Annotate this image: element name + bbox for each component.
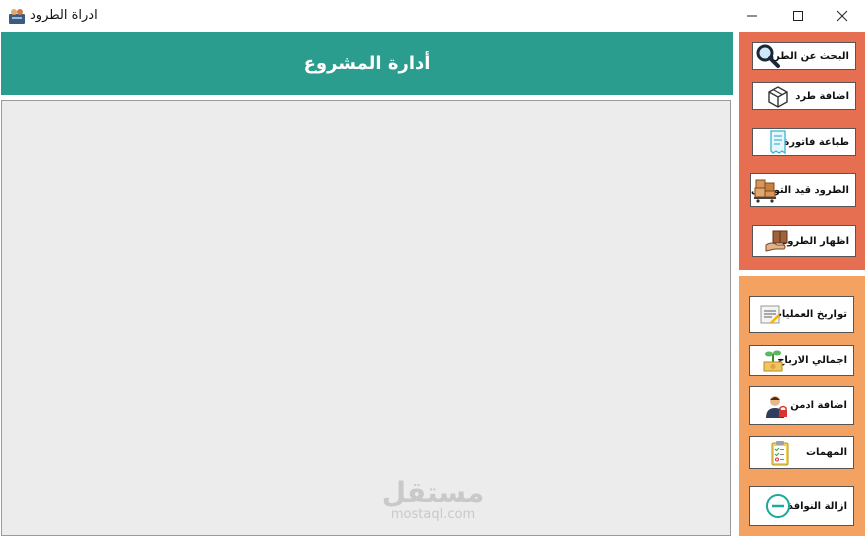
box-icon [765, 83, 791, 109]
close-button[interactable] [819, 0, 865, 32]
close-icon [836, 10, 848, 22]
show-parcels-label: اظهار الطرود [782, 235, 849, 247]
maximize-button[interactable] [775, 0, 821, 32]
minimize-icon [746, 10, 758, 22]
page-title: أدارة المشروع [303, 53, 431, 74]
maximize-icon [792, 10, 804, 22]
box-hand-icon [764, 228, 790, 254]
minimize-button[interactable] [729, 0, 775, 32]
clipboard-icon [767, 440, 793, 466]
watermark: مستقل mostaql.com [378, 478, 488, 522]
add-parcel-label: اضافة طرد [795, 90, 849, 102]
add-parcel-button[interactable]: اضافة طرد [752, 82, 856, 110]
tasks-label: المهمات [806, 447, 847, 458]
minus-circle-icon [765, 493, 791, 519]
main-content-panel [1, 100, 731, 536]
remove-windows-label: ازالة النوافذ [787, 500, 847, 512]
search-parcel-button[interactable]: البحث عن الطرد [752, 42, 856, 70]
window-title: ادراة الطرود [30, 8, 98, 23]
watermark-arabic: مستقل [381, 476, 485, 509]
add-admin-label: اضافة ادمن [790, 400, 847, 411]
total-profits-button[interactable]: اجمالي الارباح [749, 345, 854, 376]
remove-windows-button[interactable]: ازالة النوافذ [749, 486, 854, 526]
operation-dates-button[interactable]: تواريخ العمليات [749, 296, 854, 333]
show-parcels-button[interactable]: اظهار الطرود [752, 225, 856, 257]
operation-dates-label: تواريخ العمليات [771, 309, 847, 320]
sidebar-top-panel: البحث عن الطرد اضافة طرد طباعة فاتورة ال… [739, 32, 865, 270]
admin-user-icon [763, 393, 789, 419]
print-invoice-button[interactable]: طباعة فاتورة [752, 128, 856, 156]
parcels-in-delivery-button[interactable]: الطرود قيد التوصيل [750, 173, 856, 207]
title-bar: ادراة الطرود [0, 0, 865, 32]
receipt-icon [765, 129, 791, 155]
add-admin-button[interactable]: اضافة ادمن [749, 386, 854, 425]
app-icon [8, 7, 26, 25]
total-profits-label: اجمالي الارباح [777, 355, 847, 366]
magnifier-icon [755, 43, 781, 69]
watermark-latin: mostaql.com [390, 507, 476, 522]
document-icon [757, 302, 783, 328]
print-invoice-label: طباعة فاتورة [783, 136, 849, 148]
plant-money-icon [760, 348, 786, 374]
boxes-cart-icon [752, 177, 778, 203]
page-header: أدارة المشروع [1, 32, 733, 95]
sidebar-bottom-panel: تواريخ العمليات اجمالي الارباح اضافة ادم… [739, 276, 865, 536]
tasks-button[interactable]: المهمات [749, 436, 854, 469]
